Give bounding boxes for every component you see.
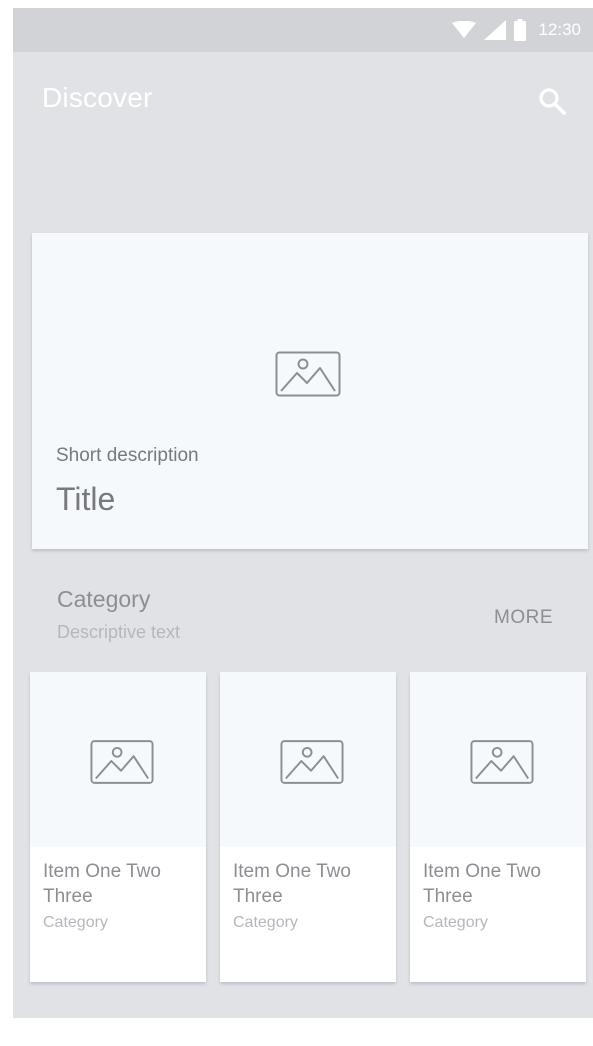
category-subtitle: Descriptive text: [57, 622, 181, 642]
item-card[interactable]: Item One Two Three Category: [220, 672, 396, 982]
featured-description: Short description: [56, 445, 199, 466]
item-thumbnail: [30, 672, 206, 847]
search-button[interactable]: [535, 84, 569, 118]
more-button[interactable]: MORE: [494, 607, 553, 629]
category-title: Category: [57, 586, 151, 612]
wifi-icon: [452, 21, 477, 38]
status-icons: 12:30: [452, 8, 581, 52]
item-thumbnail: [410, 672, 586, 847]
page-title: Discover: [42, 82, 153, 113]
battery-icon: [514, 19, 527, 41]
item-name: Item One Two Three: [233, 861, 351, 907]
image-placeholder-icon: [90, 740, 154, 784]
item-thumbnail: [220, 672, 396, 847]
image-placeholder-icon: [470, 740, 534, 784]
item-category: Category: [43, 914, 108, 931]
item-category: Category: [423, 914, 488, 931]
cell-signal-icon: [484, 20, 507, 40]
image-placeholder-icon: [280, 740, 344, 784]
item-category: Category: [233, 914, 298, 931]
image-placeholder-icon: [275, 351, 341, 397]
featured-title: Title: [56, 481, 116, 517]
status-time: 12:30: [538, 20, 581, 39]
status-bar: 12:30: [13, 8, 593, 52]
item-name: Item One Two Three: [423, 861, 541, 907]
item-card[interactable]: Item One Two Three Category: [30, 672, 206, 982]
featured-card[interactable]: Short description Title: [32, 233, 588, 549]
item-card[interactable]: Item One Two Three Category: [410, 672, 586, 982]
app-screen: 12:30 Discover Short description Title C…: [13, 8, 593, 1018]
search-icon: [539, 88, 566, 115]
item-name: Item One Two Three: [43, 861, 161, 907]
